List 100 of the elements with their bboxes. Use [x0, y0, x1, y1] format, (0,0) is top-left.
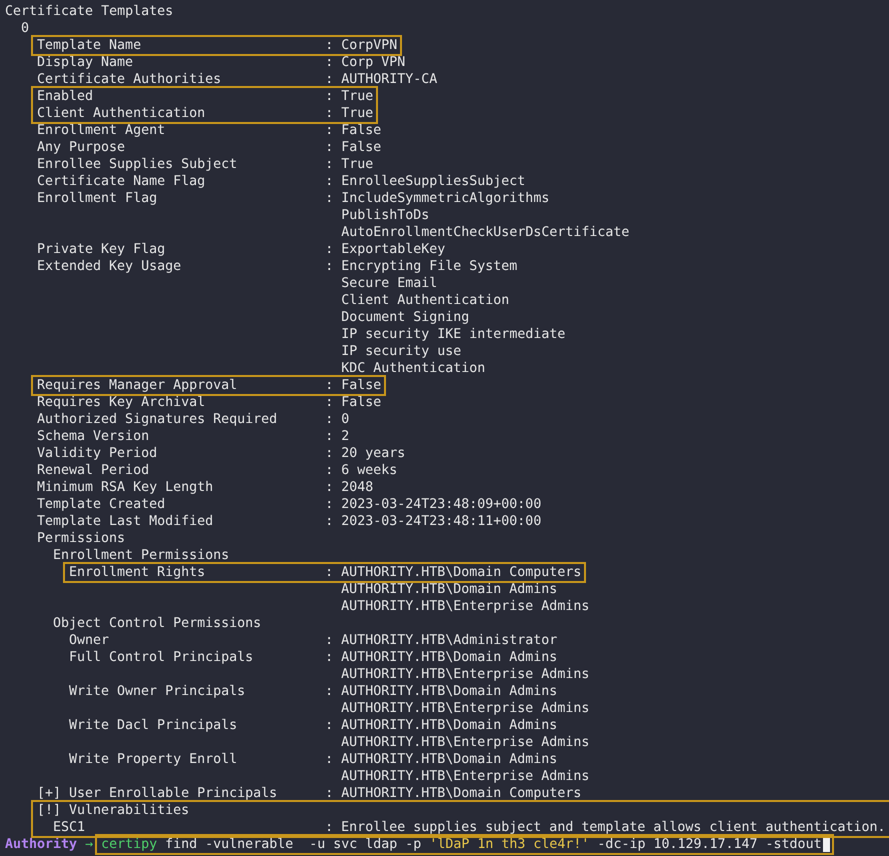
command-line[interactable]: certipy find -vulnerable -u svc ldap -p 'lDaP 1n th3 cle4r!' -dc-ip 10.129.17.147 -stdout [97, 836, 832, 853]
field-value: 2023-03-24T23:48:09+00:00 [341, 496, 542, 513]
separator: : [325, 394, 334, 411]
separator: : [325, 683, 334, 700]
separator: : [325, 428, 334, 445]
field-value: EnrolleeSuppliesSubject [341, 173, 526, 190]
field-label: Write Owner Principals [69, 683, 246, 700]
field-value: AUTHORITY.HTB\Enterprise Admins [341, 734, 590, 751]
separator: : [325, 496, 334, 513]
separator: : [325, 411, 334, 428]
field-value: AUTHORITY.HTB\Domain Admins [341, 581, 558, 598]
separator: : [325, 190, 334, 207]
field-value: IP security IKE intermediate [341, 326, 566, 343]
field-label: Template Last Modified [37, 513, 214, 530]
field-label: Renewal Period [37, 462, 150, 479]
separator: : [325, 71, 334, 88]
field-value: 0 [341, 411, 350, 428]
field-label: Template Name [37, 37, 142, 54]
separator: : [325, 649, 334, 666]
separator: : [325, 105, 334, 122]
field-value: 6 weeks [341, 462, 398, 479]
section-heading: Object Control Permissions [53, 615, 262, 632]
field-label: Enrollment Flag [37, 190, 158, 207]
prompt-host: Authority [5, 836, 78, 853]
field-value: 2 [341, 428, 350, 445]
field-label: Client Authentication [37, 105, 206, 122]
separator: : [325, 258, 334, 275]
section-heading: Enrollment Permissions [53, 547, 230, 564]
section-heading: [!] Vulnerabilities [37, 802, 190, 819]
field-value: 2023-03-24T23:48:11+00:00 [341, 513, 542, 530]
field-value: Secure Email [341, 275, 438, 292]
separator: : [325, 37, 334, 54]
field-value: IncludeSymmetricAlgorithms [341, 190, 550, 207]
field-value: AutoEnrollmentCheckUserDsCertificate [341, 224, 630, 241]
field-label: Enabled [37, 88, 94, 105]
field-value: AUTHORITY.HTB\Domain Admins [341, 751, 558, 768]
separator: : [325, 717, 334, 734]
field-value: CorpVPN [341, 37, 398, 54]
field-label: [+] User Enrollable Principals [37, 785, 278, 802]
separator: : [325, 88, 334, 105]
field-label: Requires Key Archival [37, 394, 206, 411]
separator: : [325, 513, 334, 530]
field-label: Minimum RSA Key Length [37, 479, 214, 496]
separator: : [325, 462, 334, 479]
separator: : [325, 156, 334, 173]
separator: : [325, 751, 334, 768]
separator: : [325, 785, 334, 802]
field-label: Template Created [37, 496, 166, 513]
field-value: AUTHORITY.HTB\Domain Admins [341, 649, 558, 666]
separator: : [325, 445, 334, 462]
field-value: AUTHORITY.HTB\Enterprise Admins [341, 598, 590, 615]
field-value: 2048 [341, 479, 374, 496]
field-label: Private Key Flag [37, 241, 166, 258]
section-heading: Certificate Templates [5, 3, 174, 20]
separator: : [325, 54, 334, 71]
field-value: Enrollee supplies subject and template allows client authentication. [341, 819, 886, 836]
field-value: AUTHORITY.HTB\Domain Computers [341, 785, 582, 802]
separator: : [325, 377, 334, 394]
separator: : [325, 122, 334, 139]
separator: : [325, 173, 334, 190]
field-label: Requires Manager Approval [37, 377, 238, 394]
field-value: AUTHORITY.HTB\Administrator [341, 632, 558, 649]
field-value: KDC Authentication [341, 360, 486, 377]
separator: : [325, 564, 334, 581]
field-value: False [341, 122, 382, 139]
field-value: False [341, 394, 382, 411]
field-label: Certificate Authorities [37, 71, 222, 88]
field-value: False [341, 139, 382, 156]
field-label: Display Name [37, 54, 134, 71]
field-value: AUTHORITY.HTB\Domain Admins [341, 717, 558, 734]
section-heading: 0 [21, 20, 30, 37]
field-label: Extended Key Usage [37, 258, 182, 275]
prompt-arrow: → [85, 836, 94, 853]
separator: : [325, 241, 334, 258]
field-value: AUTHORITY-CA [341, 71, 438, 88]
field-label: Owner [69, 632, 110, 649]
field-label: Validity Period [37, 445, 158, 462]
field-value: Corp VPN [341, 54, 406, 71]
field-label: Authorized Signatures Required [37, 411, 278, 428]
field-value: AUTHORITY.HTB\Domain Computers [341, 564, 582, 581]
field-value: AUTHORITY.HTB\Enterprise Admins [341, 768, 590, 785]
field-value: AUTHORITY.HTB\Domain Admins [341, 683, 558, 700]
field-label: Schema Version [37, 428, 150, 445]
field-value: False [341, 377, 382, 394]
field-label: Enrollee Supplies Subject [37, 156, 238, 173]
field-label: Full Control Principals [69, 649, 254, 666]
field-value: Document Signing [341, 309, 470, 326]
field-value: True [341, 105, 374, 122]
text-cursor [822, 837, 830, 852]
field-label: Enrollment Agent [37, 122, 166, 139]
field-label: Certificate Name Flag [37, 173, 206, 190]
field-value: Client Authentication [341, 292, 510, 309]
separator: : [325, 479, 334, 496]
field-value: Encrypting File System [341, 258, 518, 275]
field-value: AUTHORITY.HTB\Enterprise Admins [341, 700, 590, 717]
field-label: Any Purpose [37, 139, 126, 156]
field-value: ExportableKey [341, 241, 446, 258]
field-value: IP security use [341, 343, 462, 360]
field-label: Write Dacl Principals [69, 717, 238, 734]
section-heading: Permissions [37, 530, 126, 547]
